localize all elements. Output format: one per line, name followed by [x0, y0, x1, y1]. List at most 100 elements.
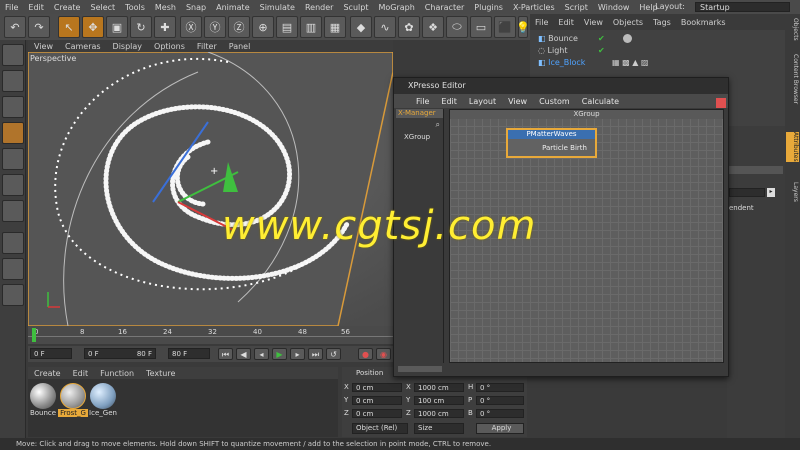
viewport-menu-panel[interactable]: Panel [223, 42, 257, 51]
material-menu-function[interactable]: Function [94, 369, 140, 378]
viewport-menu-view[interactable]: View [28, 42, 59, 51]
pos-y-field[interactable]: 0 cm [352, 396, 402, 405]
tag-icons[interactable]: ▦ ▩ ▲ ▨ [612, 58, 648, 67]
menu-simulate[interactable]: Simulate [255, 3, 300, 12]
previous-key-icon[interactable]: ◀ [236, 348, 251, 360]
visibility-check-icon[interactable]: ✔ [598, 34, 605, 43]
menu-character[interactable]: Character [420, 3, 470, 12]
select-tool-icon[interactable]: ↖ [58, 16, 80, 38]
object-name[interactable]: Ice_Block [548, 58, 585, 67]
pos-x-field[interactable]: 0 cm [352, 383, 402, 392]
tab-layers[interactable]: Layers [786, 182, 799, 202]
menu-create[interactable]: Create [49, 3, 86, 12]
y-axis-icon[interactable]: Ⓨ [204, 16, 226, 38]
step-back-icon[interactable]: ◂ [254, 348, 269, 360]
menu-mesh[interactable]: Mesh [150, 3, 181, 12]
render-settings-icon[interactable]: ▦ [324, 16, 346, 38]
apply-button[interactable]: Apply [476, 423, 524, 434]
scene-icon[interactable]: ▭ [470, 16, 492, 38]
perspective-viewport[interactable]: + Perspective [28, 52, 393, 326]
menu-plugins[interactable]: Plugins [469, 3, 508, 12]
go-to-end-icon[interactable]: ⏭ [308, 348, 323, 360]
axis-mode-icon[interactable] [2, 232, 24, 254]
om-menu-objects[interactable]: Objects [608, 18, 648, 27]
make-editable-icon[interactable] [2, 44, 24, 66]
spline-icon[interactable]: ∿ [374, 16, 396, 38]
material-ice-swatch[interactable] [90, 383, 116, 409]
horizontal-scrollbar[interactable] [398, 366, 442, 372]
menu-tools[interactable]: Tools [120, 3, 150, 12]
viewport-menu-options[interactable]: Options [148, 42, 191, 51]
material-frost-swatch[interactable] [60, 383, 86, 409]
nurbs-icon[interactable]: ✿ [398, 16, 420, 38]
polygons-mode-icon[interactable] [2, 200, 24, 222]
add-tool-icon[interactable]: ✚ [154, 16, 176, 38]
move-tool-icon[interactable]: ✥ [82, 16, 104, 38]
viewport-menu-display[interactable]: Display [107, 42, 149, 51]
undo-icon[interactable]: ↶ [4, 16, 26, 38]
menu-xparticles[interactable]: X-Particles [508, 3, 560, 12]
menu-mograph[interactable]: MoGraph [373, 3, 419, 12]
z-axis-icon[interactable]: Ⓩ [228, 16, 250, 38]
rot-p-field[interactable]: 0 ° [476, 396, 524, 405]
cube-icon[interactable]: ◆ [350, 16, 372, 38]
material-menu-edit[interactable]: Edit [67, 369, 95, 378]
xp-menu-view[interactable]: View [502, 97, 533, 106]
step-forward-icon[interactable]: ▸ [290, 348, 305, 360]
xp-menu-layout[interactable]: Layout [463, 97, 502, 106]
xp-menu-calculate[interactable]: Calculate [576, 97, 625, 106]
menu-sculpt[interactable]: Sculpt [338, 3, 373, 12]
visibility-check-icon[interactable]: ✔ [598, 46, 605, 55]
coordinate-system-icon[interactable]: ⊕ [252, 16, 274, 38]
om-menu-file[interactable]: File [530, 18, 553, 27]
menu-render[interactable]: Render [300, 3, 338, 12]
current-frame-field[interactable]: 0 F [30, 348, 72, 359]
size-z-field[interactable]: 1000 cm [414, 409, 464, 418]
material-tag-icon[interactable] [623, 34, 632, 43]
edges-mode-icon[interactable] [2, 174, 24, 196]
xp-menu-edit[interactable]: Edit [435, 97, 463, 106]
om-menu-view[interactable]: View [579, 18, 608, 27]
om-menu-edit[interactable]: Edit [553, 18, 579, 27]
playhead[interactable] [32, 328, 36, 342]
xgroup-tree-item[interactable]: XGroup [404, 133, 430, 141]
menu-animate[interactable]: Animate [211, 3, 255, 12]
pos-z-field[interactable]: 0 cm [352, 409, 402, 418]
material-bounce-swatch[interactable] [30, 383, 56, 409]
grid-icon[interactable] [2, 284, 24, 306]
tab-attributes[interactable]: Attributes [786, 132, 799, 162]
object-name[interactable]: Light [548, 46, 568, 55]
coordinate-mode-select[interactable]: Object (Rel) [352, 423, 408, 434]
frame-range-slider[interactable]: 0 F 80 F [84, 348, 156, 359]
menu-edit[interactable]: Edit [23, 3, 49, 12]
particle-birth-port[interactable]: Particle Birth [508, 144, 595, 152]
menu-file[interactable]: File [0, 3, 23, 12]
max-frame-field[interactable]: 80 F [168, 348, 210, 359]
tab-content-browser[interactable]: Content Browser [786, 54, 799, 104]
viewport-menu-cameras[interactable]: Cameras [59, 42, 107, 51]
render-picture-viewer-icon[interactable]: ▥ [300, 16, 322, 38]
menu-window[interactable]: Window [593, 3, 635, 12]
object-row[interactable]: ◧ Ice_Block ▦ ▩ ▲ ▨ [538, 58, 778, 69]
snap-icon[interactable] [2, 258, 24, 280]
go-to-start-icon[interactable]: ⏮ [218, 348, 233, 360]
model-mode-icon[interactable] [2, 70, 24, 92]
scale-tool-icon[interactable]: ▣ [106, 16, 128, 38]
xp-menu-file[interactable]: File [410, 97, 435, 106]
pmatterwaves-node[interactable]: PMatterWaves Particle Birth [506, 128, 597, 158]
rot-h-field[interactable]: 0 ° [476, 383, 524, 392]
attr-dropdown[interactable] [729, 188, 765, 197]
redo-icon[interactable]: ↷ [28, 16, 50, 38]
object-name[interactable]: Bounce [548, 34, 578, 43]
search-icon[interactable]: ⌕ [436, 120, 440, 130]
record-icon[interactable]: ● [358, 348, 373, 360]
play-icon[interactable]: ▶ [272, 348, 287, 360]
rotate-tool-icon[interactable]: ↻ [130, 16, 152, 38]
x-axis-icon[interactable]: Ⓧ [180, 16, 202, 38]
menu-snap[interactable]: Snap [181, 3, 211, 12]
object-row[interactable]: ◧ Bounce ✔ [538, 34, 778, 45]
menu-select[interactable]: Select [85, 3, 120, 12]
viewport-menu-filter[interactable]: Filter [191, 42, 223, 51]
rot-b-field[interactable]: 0 ° [476, 409, 524, 418]
size-mode-select[interactable]: Size [414, 423, 464, 434]
